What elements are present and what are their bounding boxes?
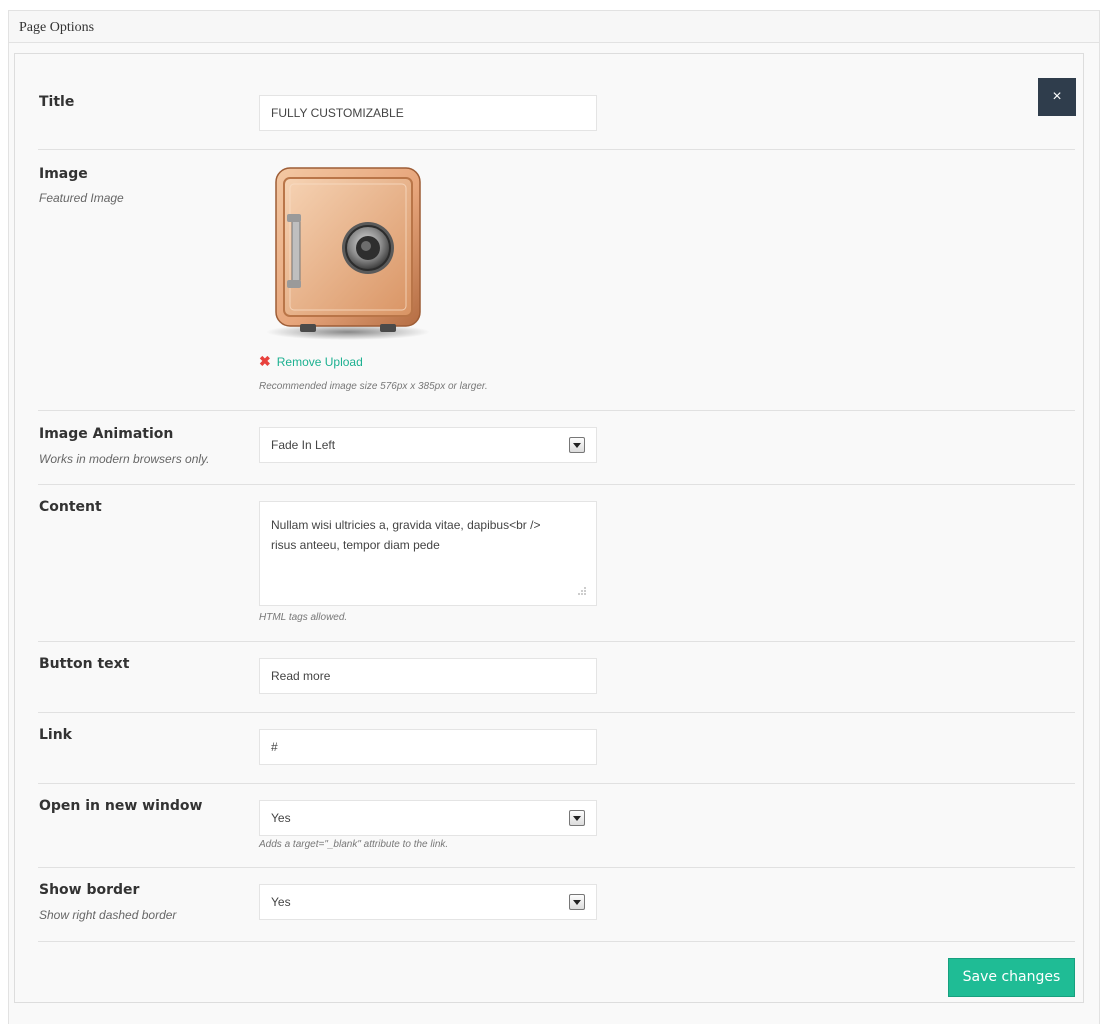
show-border-value: Yes [271, 895, 291, 909]
open-new-window-label: Open in new window [39, 798, 203, 814]
remove-upload-link[interactable]: ✖ Remove Upload [259, 353, 363, 370]
open-new-window-help-text: Adds a target="_blank" attribute to the … [259, 839, 449, 850]
image-row: Image Featured Image ✖ Remove Upload Rec… [38, 150, 1075, 411]
chevron-down-icon[interactable] [569, 894, 585, 910]
content-row: Content Nullam wisi ultricies a, gravida… [38, 485, 1075, 642]
image-animation-row: Image Animation Works in modern browsers… [38, 411, 1075, 485]
title-row: Title FULLY CUSTOMIZABLE [38, 84, 1075, 150]
content-textarea[interactable]: Nullam wisi ultricies a, gravida vitae, … [259, 501, 597, 606]
button-text-row: Button text Read more [38, 642, 1075, 713]
chevron-down-icon[interactable] [569, 437, 585, 453]
open-new-window-select[interactable]: Yes [259, 800, 597, 836]
open-new-window-value: Yes [271, 811, 291, 825]
show-border-description: Show right dashed border [39, 908, 177, 922]
title-input[interactable]: FULLY CUSTOMIZABLE [259, 95, 597, 131]
button-text-label: Button text [39, 656, 130, 672]
content-help-text: HTML tags allowed. [259, 612, 348, 623]
link-input[interactable]: # [259, 729, 597, 765]
show-border-select[interactable]: Yes [259, 884, 597, 920]
image-help-text: Recommended image size 576px x 385px or … [259, 381, 488, 392]
save-changes-button[interactable]: Save changes [948, 958, 1075, 997]
link-label: Link [39, 727, 72, 743]
resize-handle-icon[interactable] [577, 586, 587, 596]
chevron-down-icon[interactable] [569, 810, 585, 826]
metabox-header[interactable]: Page Options [9, 11, 1099, 43]
safe-image [266, 167, 430, 340]
image-animation-label: Image Animation [39, 426, 174, 442]
open-new-window-row: Open in new window Yes Adds a target="_b… [38, 784, 1075, 868]
remove-upload-label: Remove Upload [276, 355, 363, 369]
show-border-label: Show border [39, 882, 140, 898]
image-description: Featured Image [39, 191, 124, 205]
title-label: Title [39, 94, 75, 110]
metabox-title: Page Options [19, 20, 95, 35]
show-border-row: Show border Show right dashed border Yes [38, 868, 1075, 942]
content-line-1: Nullam wisi ultricies a, gravida vitae, … [271, 518, 541, 532]
content-label: Content [39, 499, 102, 515]
button-text-input[interactable]: Read more [259, 658, 597, 694]
link-row: Link # [38, 713, 1075, 784]
content-line-2: risus anteeu, tempor diam pede [271, 538, 440, 552]
remove-icon: ✖ [259, 353, 271, 369]
image-animation-select[interactable]: Fade In Left [259, 427, 597, 463]
image-label: Image [39, 166, 88, 182]
image-animation-value: Fade In Left [271, 438, 336, 452]
image-animation-description: Works in modern browsers only. [39, 452, 210, 466]
